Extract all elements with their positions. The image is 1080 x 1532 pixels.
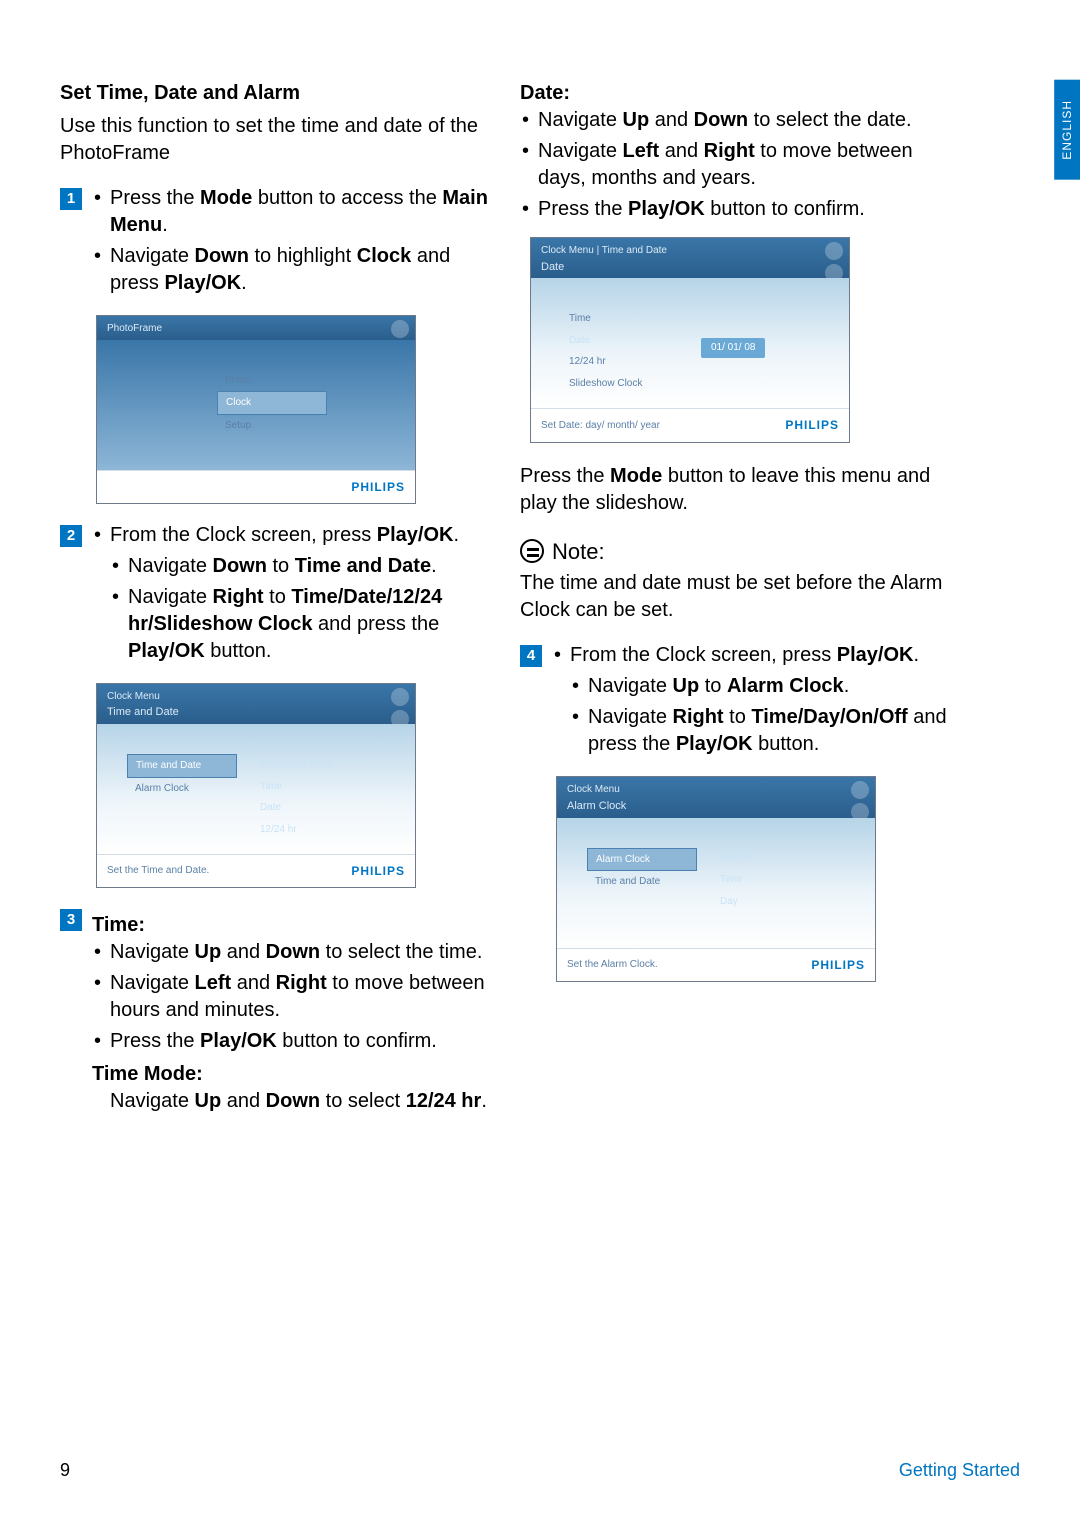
device-breadcrumb: Clock Menu <box>567 783 865 797</box>
menu-item-selected: Clock <box>217 391 327 415</box>
brand-logo: PHILIPS <box>351 479 405 495</box>
device-hint: Set Date: day/ month/ year <box>541 419 660 433</box>
page-footer: 9 Getting Started <box>60 1458 1020 1482</box>
step3-sub-3: Press the Play/OK button to confirm. <box>92 1028 490 1055</box>
footer-section-link: Getting Started <box>899 1458 1020 1482</box>
menu-item: Slideshow Clock <box>252 754 352 776</box>
device-breadcrumb: Clock Menu <box>107 690 405 704</box>
step2-sub-2: Navigate Right to Time/Date/12/24 hr/Sli… <box>110 584 490 665</box>
step1-bullet-2: Navigate Down to highlight Clock and pre… <box>92 243 490 297</box>
device-breadcrumb: PhotoFrame <box>107 322 405 336</box>
menu-item: Time <box>712 869 812 891</box>
date-bullet-3: Press the Play/OK button to confirm. <box>520 196 950 223</box>
brand-logo: PHILIPS <box>785 417 839 433</box>
intro-text: Use this function to set the time and da… <box>60 113 490 167</box>
menu-item: Slideshow Clock <box>561 373 671 395</box>
note-text: The time and date must be set before the… <box>520 570 950 624</box>
step4-sub-1: Navigate Up to Alarm Clock. <box>570 673 950 700</box>
step-4: 4 From the Clock screen, press Play/OK. … <box>520 642 950 762</box>
device-corner-icon <box>391 688 409 706</box>
menu-item: Time <box>252 776 352 798</box>
device-title: Alarm Clock <box>567 799 865 814</box>
device-title: Time and Date <box>107 705 405 720</box>
brand-logo: PHILIPS <box>351 863 405 879</box>
device-corner-icon <box>391 320 409 338</box>
time-mode-text: Navigate Up and Down to select 12/24 hr. <box>92 1088 490 1115</box>
date-bullet-2: Navigate Left and Right to move between … <box>520 138 950 192</box>
menu-item: Photo <box>217 370 327 392</box>
note-row: Note: <box>520 537 950 567</box>
menu-item: Alarm Clock <box>127 778 237 800</box>
menu-item: Time and Date <box>587 871 697 893</box>
device-hint: Set the Time and Date. <box>107 864 209 878</box>
device-breadcrumb: Clock Menu | Time and Date <box>541 244 839 258</box>
date-bullet-1: Navigate Up and Down to select the date. <box>520 107 950 134</box>
device-screenshot-clock-menu: Clock Menu Time and Date Time and Date A… <box>96 683 416 889</box>
date-value-pill: 01/ 01/ 08 <box>701 338 765 358</box>
note-icon <box>520 539 544 563</box>
brand-logo: PHILIPS <box>811 957 865 973</box>
mode-leave-text: Press the Mode button to leave this menu… <box>520 463 950 517</box>
step-number-badge: 2 <box>60 525 82 547</box>
menu-item: 12/24 hr <box>561 351 671 373</box>
step2-bullet-1: From the Clock screen, press Play/OK. <box>92 522 490 549</box>
menu-item-selected: Date <box>561 330 671 352</box>
menu-item: Time <box>561 308 671 330</box>
step1-bullet-1: Press the Mode button to access the Main… <box>92 185 490 239</box>
device-corner-icon <box>851 781 869 799</box>
menu-item: On/ Off <box>712 848 812 870</box>
time-heading: Time: <box>92 912 490 939</box>
time-mode-heading: Time Mode: <box>92 1061 490 1088</box>
device-screenshot-date: Clock Menu | Time and Date Date Time Dat… <box>530 237 850 443</box>
page-number: 9 <box>60 1458 70 1482</box>
step3-sub-2: Navigate Left and Right to move between … <box>92 970 490 1024</box>
menu-item: Setup <box>217 415 327 437</box>
step2-sub-1: Navigate Down to Time and Date. <box>110 553 490 580</box>
step-number-badge: 1 <box>60 188 82 210</box>
menu-item: Date <box>252 797 352 819</box>
menu-item: Day <box>712 891 812 913</box>
language-tab: ENGLISH <box>1054 80 1080 180</box>
step3-sub-1: Navigate Up and Down to select the time. <box>92 939 490 966</box>
step4-sub-2: Navigate Right to Time/Day/On/Off and pr… <box>570 704 950 758</box>
step4-bullet-1: From the Clock screen, press Play/OK. <box>552 642 950 669</box>
menu-item: 12/24 hr <box>252 819 352 841</box>
date-heading: Date: <box>520 80 950 107</box>
step-number-badge: 4 <box>520 645 542 667</box>
page-body: Set Time, Date and Alarm Use this functi… <box>0 0 1080 1175</box>
right-column: Date: Navigate Up and Down to select the… <box>520 80 950 1115</box>
device-hint: Set the Alarm Clock. <box>567 958 658 972</box>
step-3: 3 Time: Navigate Up and Down to select t… <box>60 906 490 1115</box>
device-screenshot-alarm: Clock Menu Alarm Clock Alarm Clock Time … <box>556 776 876 982</box>
note-label: Note: <box>552 537 605 567</box>
step-2: 2 From the Clock screen, press Play/OK. … <box>60 522 490 669</box>
device-title: Date <box>541 260 839 275</box>
section-title: Set Time, Date and Alarm <box>60 80 490 107</box>
menu-item-selected: Alarm Clock <box>587 848 697 872</box>
left-column: Set Time, Date and Alarm Use this functi… <box>60 80 490 1115</box>
device-corner-icon <box>825 242 843 260</box>
step-1: 1 Press the Mode button to access the Ma… <box>60 185 490 301</box>
device-screenshot-main-menu: PhotoFrame Photo Clock Setup PHILIPS <box>96 315 416 504</box>
menu-item-selected: Time and Date <box>127 754 237 778</box>
step-number-badge: 3 <box>60 909 82 931</box>
